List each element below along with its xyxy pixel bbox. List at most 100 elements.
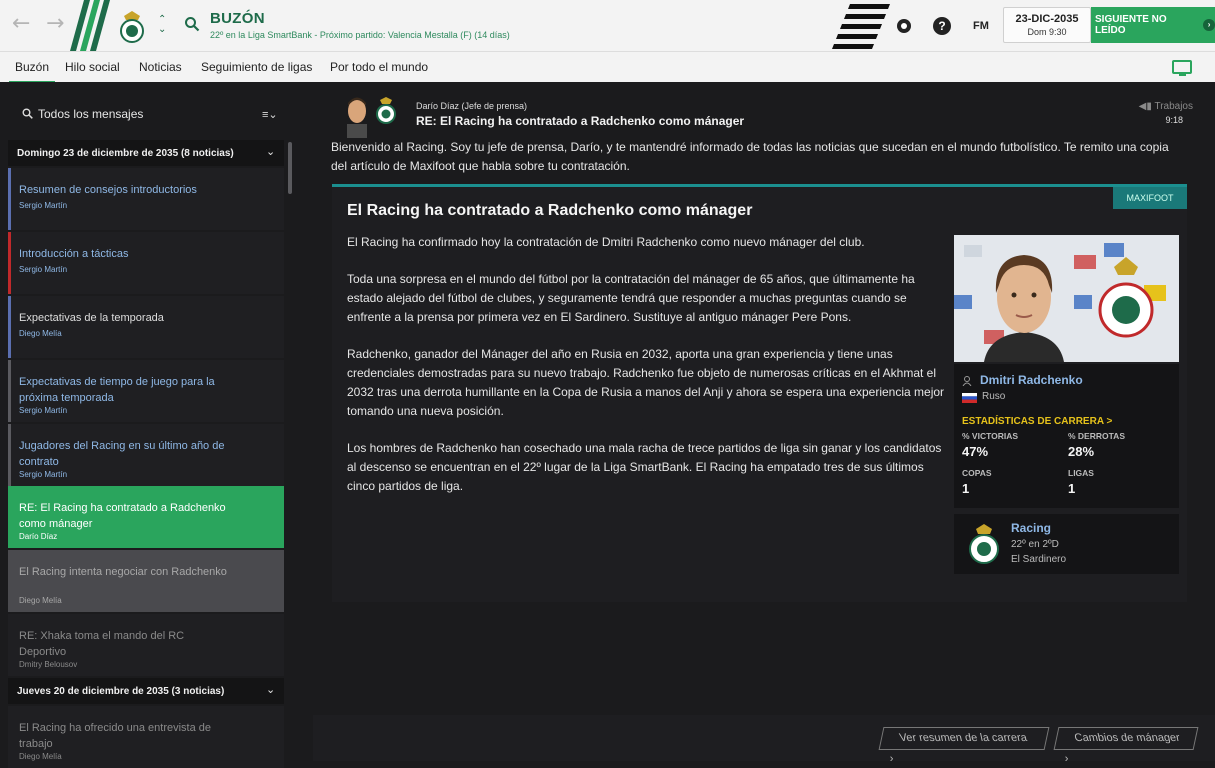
tab-league-tracking[interactable]: Seguimiento de ligas — [201, 60, 312, 74]
tag-icon: ◀▮ — [1138, 101, 1152, 112]
club-switch-arrows-icon[interactable]: ⌃ ⌄ — [158, 15, 166, 35]
message-title: Resumen de consejos introductorios — [19, 184, 197, 196]
list-item[interactable]: Jugadores del Racing en su último año de… — [8, 424, 284, 486]
message-header: Darío Díaz (Jefe de prensa) RE: El Racin… — [305, 82, 1215, 138]
leagues-label: LIGAS — [1068, 468, 1094, 478]
club-stadium: El Sardinero — [1011, 554, 1067, 565]
chevron-down-icon[interactable]: ⌄ — [266, 145, 275, 158]
scrollbar[interactable] — [288, 142, 292, 194]
current-day-time: Dom 9:30 — [1027, 27, 1067, 37]
chevron-right-icon: › — [1203, 19, 1215, 31]
message-tag[interactable]: ◀▮ Trabajos — [1125, 101, 1193, 112]
manager-info: Dmitri Radchenko Ruso ESTADÍSTICAS DE CA… — [954, 364, 1179, 508]
career-stats-link[interactable]: ESTADÍSTICAS DE CARRERA > — [962, 416, 1112, 427]
date-group-header[interactable]: Jueves 20 de diciembre de 2035 (3 notici… — [8, 678, 284, 704]
article-paragraph: Toda una sorpresa en el mundo del fútbol… — [347, 272, 915, 324]
club-position: 22º en 2ºD — [1011, 539, 1059, 550]
ball-icon[interactable] — [894, 16, 914, 36]
next-unread-label: SIGUIENTE NO LEÍDO — [1095, 14, 1167, 36]
message-title: El Racing ha ofrecido una entrevista de … — [19, 722, 212, 750]
club-crest-icon — [376, 97, 396, 124]
source-badge: MAXIFOOT — [1113, 187, 1187, 209]
leagues-value: 1 — [1068, 481, 1076, 496]
message-sender: Diego Melía — [19, 596, 62, 605]
news-article: MAXIFOOT El Racing ha contratado a Radch… — [332, 184, 1187, 602]
list-item[interactable]: Resumen de consejos introductorios Sergi… — [8, 168, 284, 230]
message-view: Darío Díaz (Jefe de prensa) RE: El Racin… — [305, 82, 1215, 768]
message-title: Jugadores del Racing en su último año de… — [19, 440, 225, 468]
article-paragraph: Los hombres de Radchenko han cosechado u… — [347, 441, 942, 493]
help-icon[interactable]: ? — [932, 16, 952, 36]
article-paragraph: El Racing ha confirmado hoy la contratac… — [347, 235, 865, 249]
date-display[interactable]: 23-DIC-2035 Dom 9:30 — [1003, 7, 1091, 43]
tab-bar: Buzón Hilo social Noticias Seguimiento d… — [0, 51, 1215, 84]
brand-stripes-icon — [70, 0, 110, 51]
message-title: RE: Xhaka toma el mando del RC Deportivo — [19, 630, 185, 658]
person-icon — [962, 376, 972, 386]
current-date: 23-DIC-2035 — [1015, 13, 1079, 25]
club-card[interactable]: Racing 22º en 2ºD El Sardinero — [954, 514, 1179, 574]
manager-nationality: Ruso — [982, 391, 1006, 402]
list-item-selected[interactable]: RE: El Racing ha contratado a Radchenko … — [8, 486, 284, 548]
message-sender: Darío Díaz — [19, 532, 58, 541]
search-icon[interactable] — [184, 16, 200, 32]
manager-name[interactable]: Dmitri Radchenko — [980, 373, 1083, 387]
russia-flag-icon — [962, 393, 977, 403]
list-item[interactable]: El Racing ha ofrecido una entrevista de … — [8, 706, 284, 768]
article-body: El Racing ha confirmado hoy la contratac… — [347, 233, 947, 514]
tab-news[interactable]: Noticias — [139, 60, 182, 74]
search-icon — [22, 108, 33, 119]
career-summary-button[interactable]: Ver resumen de la carrera › — [878, 727, 1050, 765]
page-title: BUZÓN — [210, 10, 265, 27]
list-item[interactable]: El Racing intenta negociar con Radchenko… — [8, 550, 284, 612]
list-item[interactable]: Expectativas de la temporada Diego Melía — [8, 296, 284, 358]
sender-name[interactable]: Darío Díaz (Jefe de prensa) — [416, 101, 527, 111]
message-sender: Dmitry Belousov — [19, 660, 78, 669]
chevron-down-icon[interactable]: ⌄ — [266, 683, 275, 696]
list-item[interactable]: RE: Xhaka toma el mando del RC Deportivo… — [8, 614, 284, 676]
message-filter[interactable]: Todos los mensajes ≡⌄ — [8, 96, 284, 132]
date-group-label: Domingo 23 de diciembre de 2035 (8 notic… — [17, 148, 234, 159]
inbox-sidebar: Todos los mensajes ≡⌄ Domingo 23 de dici… — [0, 82, 300, 768]
message-sender: Diego Melía — [19, 329, 62, 338]
message-title: Expectativas de tiempo de juego para la … — [19, 376, 215, 404]
manager-changes-button[interactable]: Cambios de mánager › — [1053, 727, 1199, 765]
losses-value: 28% — [1068, 444, 1095, 459]
monitor-icon[interactable] — [1172, 60, 1192, 76]
article-title: El Racing ha contratado a Radchenko como… — [347, 202, 753, 219]
fm-stripes-icon — [832, 4, 890, 49]
wins-label: % VICTORIAS — [962, 431, 1019, 441]
losses-label: % DERROTAS — [1068, 431, 1125, 441]
message-sender: Sergio Martín — [19, 201, 68, 210]
club-crest-icon[interactable] — [118, 10, 146, 44]
tab-social-feed[interactable]: Hilo social — [65, 60, 120, 74]
forward-arrow-icon[interactable]: → — [46, 12, 64, 36]
page-subtitle[interactable]: 22º en la Liga SmartBank - Próximo parti… — [210, 30, 510, 40]
back-arrow-icon[interactable]: ← — [12, 12, 30, 36]
message-intro: Bienvenido al Racing. Soy tu jefe de pre… — [331, 140, 1169, 173]
message-title: Expectativas de la temporada — [19, 312, 164, 324]
manager-card: Dmitri Radchenko Ruso ESTADÍSTICAS DE CA… — [954, 235, 1179, 574]
message-sender: Sergio Martín — [19, 470, 68, 479]
club-name[interactable]: Racing — [1011, 521, 1051, 535]
tab-around-the-world[interactable]: Por todo el mundo — [330, 60, 428, 74]
wins-value: 47% — [962, 444, 989, 459]
article-paragraph: Radchenko, ganador del Mánager del año e… — [347, 347, 945, 418]
manager-photo[interactable] — [954, 235, 1179, 362]
list-item[interactable]: Expectativas de tiempo de juego para la … — [8, 360, 284, 422]
message-subject: RE: El Racing ha contratado a Radchenko … — [416, 114, 745, 128]
next-unread-button[interactable]: SIGUIENTE NO LEÍDO › — [1091, 7, 1215, 43]
date-group-header[interactable]: Domingo 23 de diciembre de 2035 (8 notic… — [8, 140, 284, 166]
club-crest-icon — [969, 524, 999, 564]
list-item[interactable]: Introducción a tácticas Sergio Martín — [8, 232, 284, 294]
cups-label: COPAS — [962, 468, 992, 478]
top-bar: ← → ⌃ ⌄ BUZÓN 22º en la Liga SmartBank - … — [0, 0, 1215, 51]
action-footer: Ver resumen de la carrera › Cambios de m… — [313, 715, 1215, 765]
date-group-label: Jueves 20 de diciembre de 2035 (3 notici… — [17, 686, 225, 697]
sort-menu-icon[interactable]: ≡⌄ — [262, 108, 278, 121]
tab-inbox[interactable]: Buzón — [8, 60, 56, 84]
fm-menu-icon[interactable]: FM — [968, 16, 994, 36]
message-title: Introducción a tácticas — [19, 248, 129, 260]
sender-avatar[interactable] — [343, 94, 371, 138]
manager-changes-label: Cambios de mánager — [1073, 732, 1182, 744]
